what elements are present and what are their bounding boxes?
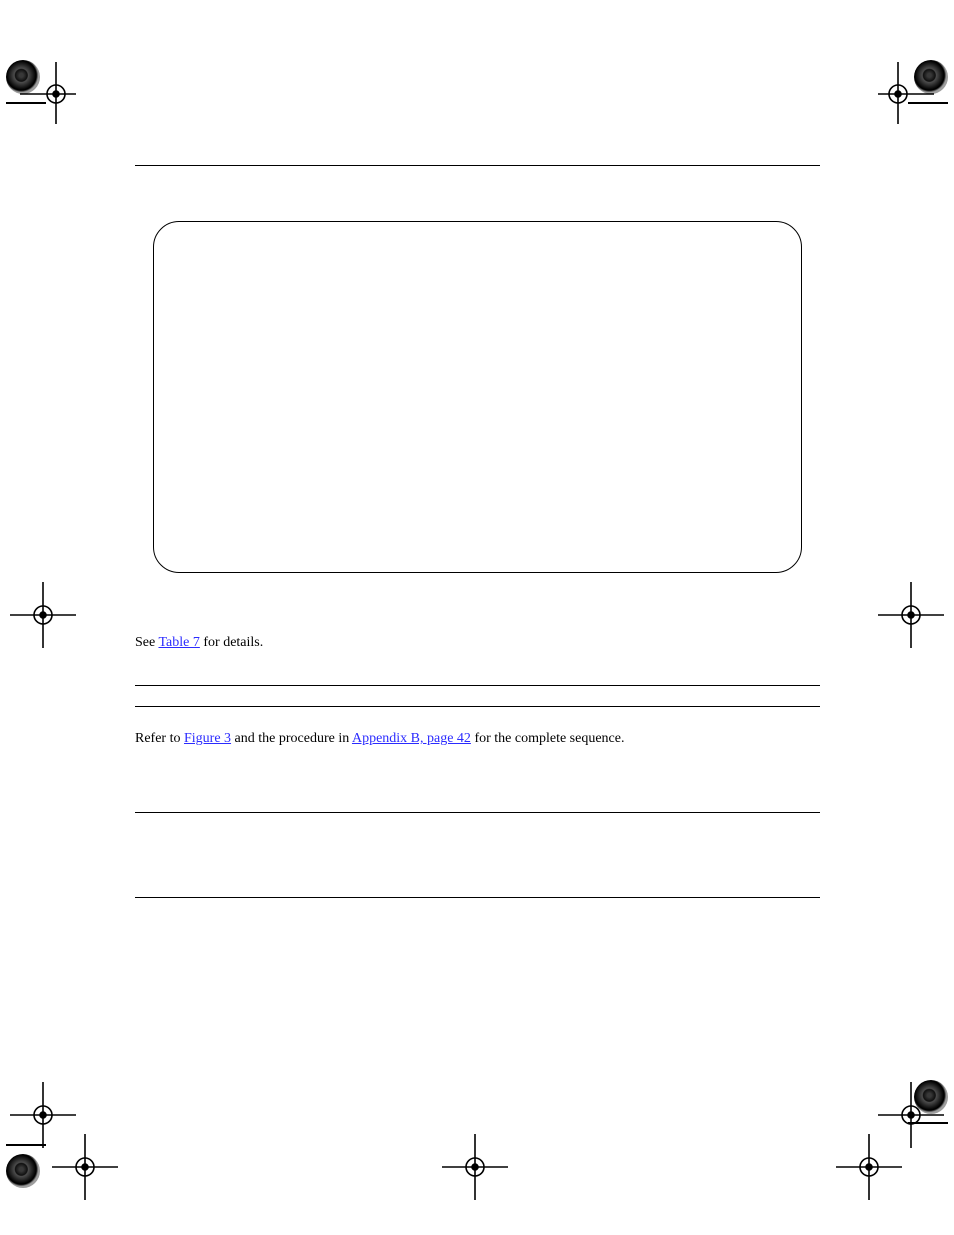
registration-mark-icon xyxy=(8,58,78,128)
section-rule-heavy xyxy=(135,685,820,686)
registration-mark-icon xyxy=(50,1132,120,1202)
registration-mark-icon xyxy=(876,58,946,128)
header-rule xyxy=(135,165,820,166)
text: See xyxy=(135,635,158,650)
corner-disc-bottom-left xyxy=(6,1154,40,1188)
page-content: See Table 7 for details. Refer to Figure… xyxy=(135,145,820,898)
footer-rule xyxy=(135,812,820,813)
cross-reference-link[interactable]: Table 7 xyxy=(158,635,199,650)
text: Refer to xyxy=(135,731,184,746)
text: for details. xyxy=(203,635,263,650)
registration-mark-icon xyxy=(876,580,946,650)
text: for the complete sequence. xyxy=(474,731,624,746)
registration-mark-icon xyxy=(440,1132,510,1202)
cross-reference-link[interactable]: Appendix B, page 42 xyxy=(352,731,471,746)
body-paragraph: Refer to Figure 3 and the procedure in A… xyxy=(135,729,820,749)
section-body: Refer to Figure 3 and the procedure in A… xyxy=(135,729,820,749)
footer-rule xyxy=(135,897,820,898)
cross-reference-link[interactable]: Figure 3 xyxy=(184,731,231,746)
section-rule-light xyxy=(135,706,820,707)
section-divider xyxy=(135,685,820,707)
text: and the procedure in xyxy=(235,731,352,746)
figure-placeholder-panel xyxy=(153,221,802,573)
registration-mark-icon xyxy=(834,1132,904,1202)
registration-mark-icon xyxy=(8,580,78,650)
body-paragraph: See Table 7 for details. xyxy=(135,633,820,653)
